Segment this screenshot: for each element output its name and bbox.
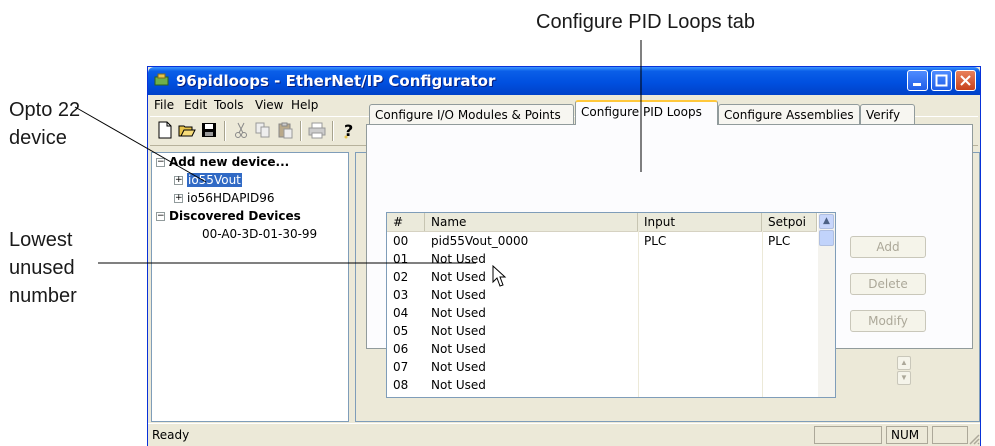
collapse-icon[interactable]: − bbox=[156, 158, 165, 167]
table-row[interactable]: 03 Not Used bbox=[387, 286, 817, 304]
tree-item-device-io55vout[interactable]: io55Vout bbox=[187, 173, 242, 187]
status-panel-num: NUM bbox=[886, 426, 928, 444]
add-button[interactable]: Add bbox=[850, 236, 926, 258]
move-up-button[interactable]: ▲ bbox=[897, 356, 911, 370]
cell-number: 04 bbox=[393, 306, 409, 320]
save-icon[interactable] bbox=[200, 121, 218, 139]
device-tree[interactable]: − Add new device... + io55Vout + io56HDA… bbox=[151, 152, 349, 422]
menu-view[interactable]: View bbox=[255, 98, 283, 112]
tree-item-label: io55Vout bbox=[187, 173, 242, 187]
expand-icon[interactable]: + bbox=[174, 176, 183, 185]
cell-number: 07 bbox=[393, 360, 409, 374]
cell-name: Not Used bbox=[431, 306, 486, 320]
toolbar-separator bbox=[300, 121, 302, 141]
cell-input: PLC bbox=[644, 234, 667, 248]
cell-setpoint: PLC bbox=[768, 234, 791, 248]
cell-number: 03 bbox=[393, 288, 409, 302]
callout-pid-tab: Configure PID Loops tab bbox=[536, 11, 756, 33]
modify-button[interactable]: Modify bbox=[850, 310, 926, 332]
delete-button[interactable]: Delete bbox=[850, 273, 926, 295]
list-header: # Name Input Setpoi bbox=[387, 213, 817, 232]
callout-device-line2: device bbox=[9, 127, 67, 149]
maximize-button[interactable] bbox=[931, 70, 952, 91]
paste-icon[interactable] bbox=[276, 121, 294, 139]
toolbar-separator bbox=[332, 121, 334, 141]
menu-file[interactable]: File bbox=[154, 98, 174, 112]
cell-name: Not Used bbox=[431, 360, 486, 374]
status-text: Ready bbox=[152, 428, 190, 442]
open-icon[interactable] bbox=[178, 121, 196, 139]
cell-number: 01 bbox=[393, 252, 409, 266]
table-row[interactable]: 07 Not Used bbox=[387, 358, 817, 376]
size-grip-icon[interactable] bbox=[968, 433, 980, 445]
column-header-number[interactable]: # bbox=[387, 213, 425, 231]
cell-name: Not Used bbox=[431, 252, 486, 266]
move-down-button[interactable]: ▼ bbox=[897, 371, 911, 385]
table-row[interactable]: 08 Not Used bbox=[387, 376, 817, 394]
callout-device-line1: Opto 22 bbox=[9, 99, 81, 121]
scroll-up-button[interactable]: ▲ bbox=[819, 214, 834, 229]
expand-icon[interactable]: + bbox=[174, 194, 183, 203]
cell-number: 08 bbox=[393, 378, 409, 392]
list-vertical-scrollbar[interactable]: ▲ bbox=[818, 213, 835, 397]
table-row[interactable]: 04 Not Used bbox=[387, 304, 817, 322]
cell-name: Not Used bbox=[431, 270, 486, 284]
maximize-icon bbox=[935, 74, 948, 87]
cell-name: pid55Vout_0000 bbox=[431, 234, 529, 248]
status-bar: Ready NUM bbox=[148, 423, 980, 446]
title-bar[interactable]: 96pidloops - EtherNet/IP Configurator bbox=[148, 67, 980, 95]
table-row[interactable]: 02 Not Used bbox=[387, 268, 817, 286]
tree-item-discovered-mac[interactable]: 00-A0-3D-01-30-99 bbox=[202, 227, 317, 241]
callout-device: Opto 22 device bbox=[9, 96, 80, 152]
menu-help[interactable]: Help bbox=[291, 98, 318, 112]
callout-lowest-line3: number bbox=[9, 285, 77, 307]
table-row[interactable]: 06 Not Used bbox=[387, 340, 817, 358]
copy-icon[interactable] bbox=[254, 121, 272, 139]
cell-number: 00 bbox=[393, 234, 409, 248]
tree-item-add-new-device[interactable]: Add new device... bbox=[169, 155, 289, 169]
table-row[interactable]: 05 Not Used bbox=[387, 322, 817, 340]
app-icon bbox=[154, 73, 169, 86]
pid-loop-list[interactable]: # Name Input Setpoi 00 pid55Vout_0000 PLC P… bbox=[386, 212, 836, 398]
tab-configure-io[interactable]: Configure I/O Modules & Points bbox=[369, 104, 574, 124]
mouse-cursor-icon bbox=[492, 265, 507, 287]
help-icon[interactable]: ? bbox=[340, 121, 358, 139]
tree-item-device-io56hdapid96[interactable]: io56HDAPID96 bbox=[187, 191, 275, 205]
cell-name: Not Used bbox=[431, 324, 486, 338]
table-row[interactable]: 01 Not Used bbox=[387, 250, 817, 268]
cell-number: 02 bbox=[393, 270, 409, 284]
cell-name: Not Used bbox=[431, 378, 486, 392]
menu-edit[interactable]: Edit bbox=[184, 98, 207, 112]
callout-lowest-unused: Lowest unused number bbox=[9, 226, 77, 310]
minimize-icon bbox=[913, 83, 921, 86]
tab-configure-assemblies[interactable]: Configure Assemblies bbox=[718, 104, 860, 124]
column-header-input[interactable]: Input bbox=[638, 213, 762, 231]
toolbar-separator bbox=[224, 121, 226, 141]
minimize-button[interactable] bbox=[907, 70, 928, 91]
window-title: 96pidloops - EtherNet/IP Configurator bbox=[176, 72, 496, 90]
column-header-setpoint[interactable]: Setpoi bbox=[762, 213, 817, 231]
column-header-name[interactable]: Name bbox=[425, 213, 638, 231]
tab-verify[interactable]: Verify bbox=[860, 104, 915, 124]
status-panel-scrl bbox=[932, 426, 968, 444]
print-icon[interactable] bbox=[308, 121, 326, 139]
cell-name: Not Used bbox=[431, 288, 486, 302]
cell-number: 05 bbox=[393, 324, 409, 338]
menu-tools[interactable]: Tools bbox=[214, 98, 244, 112]
collapse-icon[interactable]: − bbox=[156, 212, 165, 221]
scroll-thumb[interactable] bbox=[819, 230, 834, 246]
cell-number: 06 bbox=[393, 342, 409, 356]
callout-lowest-line2: unused bbox=[9, 257, 75, 279]
table-row[interactable]: 00 pid55Vout_0000 PLC PLC bbox=[387, 232, 817, 250]
status-panel-blank bbox=[814, 426, 882, 444]
tab-configure-pid-loops[interactable]: Configure PID Loops bbox=[575, 100, 718, 125]
tree-item-discovered-devices[interactable]: Discovered Devices bbox=[169, 209, 301, 223]
close-icon bbox=[960, 75, 971, 86]
close-button[interactable] bbox=[955, 70, 976, 91]
cut-icon[interactable] bbox=[232, 121, 250, 139]
cell-name: Not Used bbox=[431, 342, 486, 356]
callout-lowest-line1: Lowest bbox=[9, 229, 73, 251]
new-icon[interactable] bbox=[156, 121, 174, 139]
